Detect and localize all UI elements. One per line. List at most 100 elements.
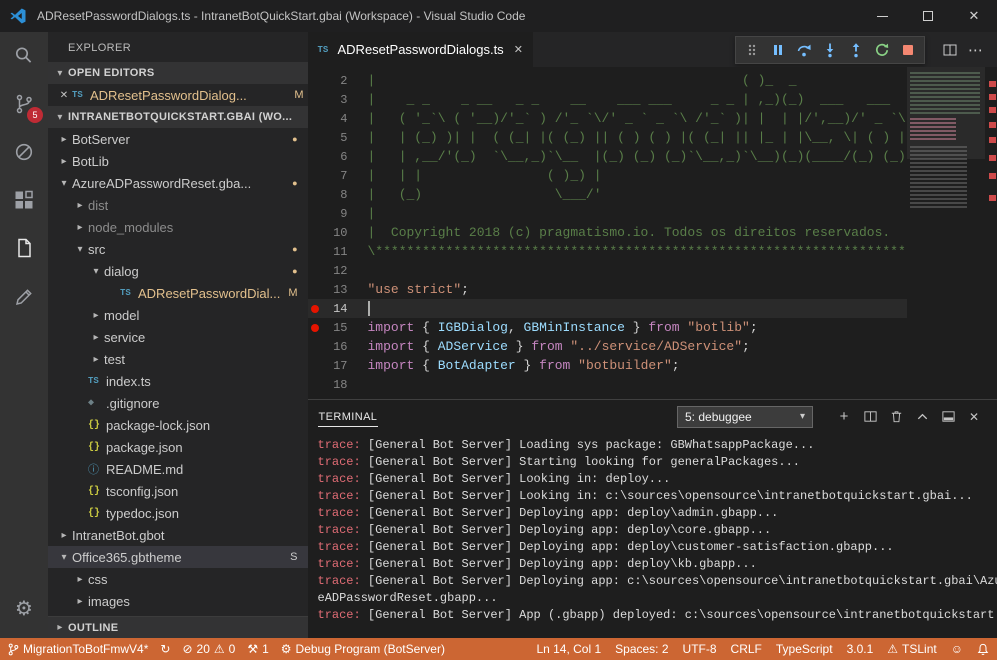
tree-item-office365-gbtheme[interactable]: ▾Office365.gbthemeS bbox=[48, 546, 308, 568]
tree-item-index-ts[interactable]: TSindex.ts bbox=[48, 370, 308, 392]
tools-status[interactable]: ⚒ 1 bbox=[247, 642, 268, 656]
minimize-button[interactable] bbox=[859, 0, 905, 32]
notifications-button[interactable] bbox=[977, 643, 989, 656]
breakpoint-icon[interactable] bbox=[311, 324, 319, 332]
code-line-16[interactable]: 16import { ADService } from "../service/… bbox=[308, 337, 997, 356]
close-window-button[interactable]: ✕ bbox=[951, 0, 997, 32]
tree-item-test[interactable]: ▸test bbox=[48, 348, 308, 370]
step-into-button[interactable] bbox=[817, 38, 843, 62]
open-editor-item[interactable]: ✕ TS ADResetPasswordDialog... M bbox=[48, 84, 308, 106]
kill-terminal-button[interactable] bbox=[883, 405, 909, 429]
terminal-selector[interactable]: 5: debuggee ▾ bbox=[677, 406, 813, 428]
tab-adresetpassworddialogs[interactable]: TS ADResetPasswordDialogs.ts ✕ bbox=[308, 32, 533, 67]
more-actions-button[interactable]: ⋯ bbox=[963, 38, 989, 62]
code-line-15[interactable]: 15import { IGBDialog, GBMinInstance } fr… bbox=[308, 318, 997, 337]
debug-program-status[interactable]: ⚙ Debug Program (BotServer) bbox=[281, 642, 445, 656]
trace-prefix: trace: bbox=[318, 540, 361, 554]
tree-item-intranetbot-gbot[interactable]: ▸IntranetBot.gbot bbox=[48, 524, 308, 546]
settings-button[interactable]: ⚙ bbox=[0, 584, 48, 632]
activitybar-files[interactable] bbox=[0, 224, 48, 272]
tree-item-typedoc-json[interactable]: {}typedoc.json bbox=[48, 502, 308, 524]
code-line-2[interactable]: 2| ( )_ _ | bbox=[308, 71, 997, 90]
tree-item-node-modules[interactable]: ▸node_modules bbox=[48, 216, 308, 238]
code-line-17[interactable]: 17import { BotAdapter } from "botbuilder… bbox=[308, 356, 997, 375]
encoding-status[interactable]: UTF-8 bbox=[683, 642, 717, 656]
smiley-icon: ☺ bbox=[951, 642, 963, 656]
code-line-6[interactable]: 6| | ,__/'(_) `\__,_)`\__ |(_) (_) (_)`\… bbox=[308, 147, 997, 166]
tslint-status[interactable]: ⚠ TSLint bbox=[887, 642, 936, 656]
activitybar-edit[interactable] bbox=[0, 272, 48, 320]
activitybar-extensions[interactable] bbox=[0, 176, 48, 224]
terminal-output[interactable]: trace: [General Bot Server] Loading sys … bbox=[308, 433, 997, 638]
workspace-header[interactable]: ▾ INTRANETBOTQUICKSTART.GBAI (WO... bbox=[48, 106, 308, 128]
tree-item-adresetpassworddial[interactable]: TSADResetPasswordDial...M bbox=[48, 282, 308, 304]
step-over-button[interactable] bbox=[791, 38, 817, 62]
split-terminal-button[interactable] bbox=[857, 405, 883, 429]
indentation-status[interactable]: Spaces: 2 bbox=[615, 642, 668, 656]
code-line-18[interactable]: 18 bbox=[308, 375, 997, 394]
tree-item-dist[interactable]: ▸dist bbox=[48, 194, 308, 216]
code-line-8[interactable]: 8| (_) \___/' | bbox=[308, 185, 997, 204]
activitybar-search[interactable] bbox=[0, 32, 48, 80]
close-tab-icon[interactable]: ✕ bbox=[514, 43, 523, 56]
restart-button[interactable] bbox=[869, 38, 895, 62]
code-line-13[interactable]: 13"use strict"; bbox=[308, 280, 997, 299]
tab-terminal[interactable]: TERMINAL bbox=[318, 409, 379, 427]
cursor-position-status[interactable]: Ln 14, Col 1 bbox=[536, 642, 601, 656]
eol-status[interactable]: CRLF bbox=[731, 642, 762, 656]
tree-item-model[interactable]: ▸model bbox=[48, 304, 308, 326]
minimap[interactable] bbox=[907, 67, 985, 399]
close-editor-icon[interactable]: ✕ bbox=[56, 90, 72, 101]
tree-item-src[interactable]: ▾src● bbox=[48, 238, 308, 260]
code-line-14[interactable]: 14 bbox=[308, 299, 997, 318]
tree-item-gitignore[interactable]: ◆.gitignore bbox=[48, 392, 308, 414]
split-editor-button[interactable] bbox=[937, 38, 963, 62]
new-terminal-button[interactable]: + bbox=[831, 405, 857, 429]
terminal-line: trace: [General Bot Server] Deploying ap… bbox=[318, 523, 997, 540]
code-line-3[interactable]: 3| _ _ _ __ _ _ __ ___ ___ _ _ | ,_)(_) … bbox=[308, 90, 997, 109]
tree-item-images[interactable]: ▸images bbox=[48, 590, 308, 612]
tree-item-azureadpasswordreset-gba[interactable]: ▾AzureADPasswordReset.gba...● bbox=[48, 172, 308, 194]
tree-item-service[interactable]: ▸service bbox=[48, 326, 308, 348]
breakpoint-icon[interactable] bbox=[311, 305, 319, 313]
sync-button[interactable]: ↻ bbox=[160, 642, 170, 656]
tree-item-package-lock-json[interactable]: {}package-lock.json bbox=[48, 414, 308, 436]
git-branch-status[interactable]: MigrationToBotFmwV4* bbox=[8, 642, 148, 656]
warning-icon: ⚠ bbox=[214, 642, 225, 656]
open-editors-header[interactable]: ▾ OPEN EDITORS bbox=[48, 62, 308, 84]
activitybar-debug[interactable] bbox=[0, 128, 48, 176]
activitybar-source-control[interactable]: 5 bbox=[0, 80, 48, 128]
step-out-button[interactable] bbox=[843, 38, 869, 62]
tree-item-css[interactable]: ▸css bbox=[48, 568, 308, 590]
outline-header[interactable]: ▸ OUTLINE bbox=[48, 616, 308, 638]
problems-status[interactable]: ⊘ 20 ⚠ 0 bbox=[182, 642, 235, 656]
tree-item-botserver[interactable]: ▸BotServer● bbox=[48, 128, 308, 150]
tree-item-dialog[interactable]: ▾dialog● bbox=[48, 260, 308, 282]
code-line-11[interactable]: 11\*************************************… bbox=[308, 242, 997, 261]
title-bar: ADResetPasswordDialogs.ts - IntranetBotQ… bbox=[0, 0, 997, 32]
error-icon: ⊘ bbox=[182, 642, 192, 656]
maximize-button[interactable] bbox=[905, 0, 951, 32]
stop-button[interactable] bbox=[895, 38, 921, 62]
feedback-button[interactable]: ☺ bbox=[951, 642, 963, 656]
code-line-7[interactable]: 7| | | ( )_) | | bbox=[308, 166, 997, 185]
tree-item-tsconfig-json[interactable]: {}tsconfig.json bbox=[48, 480, 308, 502]
tree-item-readme-md[interactable]: ⓘREADME.md bbox=[48, 458, 308, 480]
code-line-10[interactable]: 10| Copyright 2018 (c) pragmatismo.io. T… bbox=[308, 223, 997, 242]
code-line-12[interactable]: 12 bbox=[308, 261, 997, 280]
trace-prefix: trace: bbox=[318, 489, 361, 503]
sidebar-title: EXPLORER bbox=[48, 32, 308, 62]
code-line-9[interactable]: 9| | bbox=[308, 204, 997, 223]
chevron-closed-icon: ▸ bbox=[56, 134, 72, 145]
code-line-5[interactable]: 5| | (_) )| | ( (_| |( (_) || ( ) ( ) |(… bbox=[308, 128, 997, 147]
pause-button[interactable] bbox=[765, 38, 791, 62]
tree-item-botlib[interactable]: ▸BotLib bbox=[48, 150, 308, 172]
debug-toolbar-grip[interactable] bbox=[739, 38, 765, 62]
language-mode-status[interactable]: TypeScript bbox=[776, 642, 833, 656]
ts-version-status[interactable]: 3.0.1 bbox=[847, 642, 874, 656]
maximize-panel-button[interactable] bbox=[909, 405, 935, 429]
tree-item-package-json[interactable]: {}package.json bbox=[48, 436, 308, 458]
close-panel-button[interactable]: ✕ bbox=[961, 405, 987, 429]
panel-layout-button[interactable] bbox=[935, 405, 961, 429]
code-line-4[interactable]: 4| ( '_`\ ( '__)/'_` ) /'_ `\/' _ ` _ `\… bbox=[308, 109, 997, 128]
